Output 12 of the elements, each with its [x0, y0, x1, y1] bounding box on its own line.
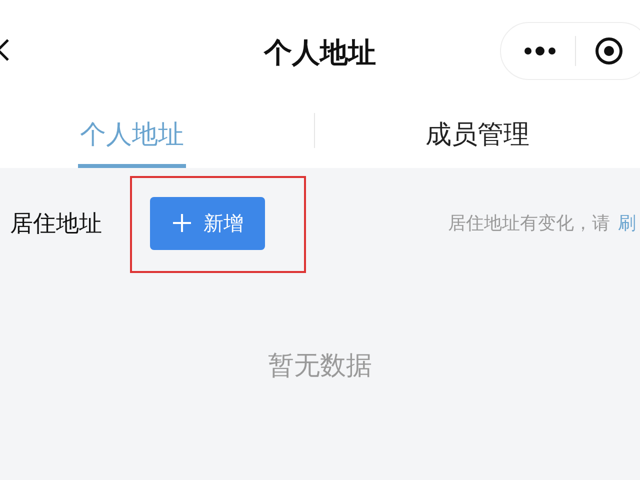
page-title: 个人地址	[264, 34, 376, 70]
tab[interactable]: 个人地址	[78, 105, 186, 168]
refresh-link[interactable]: 刷	[618, 213, 636, 234]
close-icon[interactable]	[594, 36, 624, 66]
section-label: 居住地址	[10, 210, 102, 238]
back-icon[interactable]	[0, 38, 10, 62]
plus-icon	[172, 213, 192, 233]
hint-text: 居住地址有变化，请	[448, 213, 610, 234]
more-icon[interactable]	[523, 46, 557, 56]
tab[interactable]: 成员管理	[424, 105, 532, 168]
empty-text: 暂无数据	[267, 350, 373, 383]
add-button[interactable]: 新增	[150, 196, 265, 250]
